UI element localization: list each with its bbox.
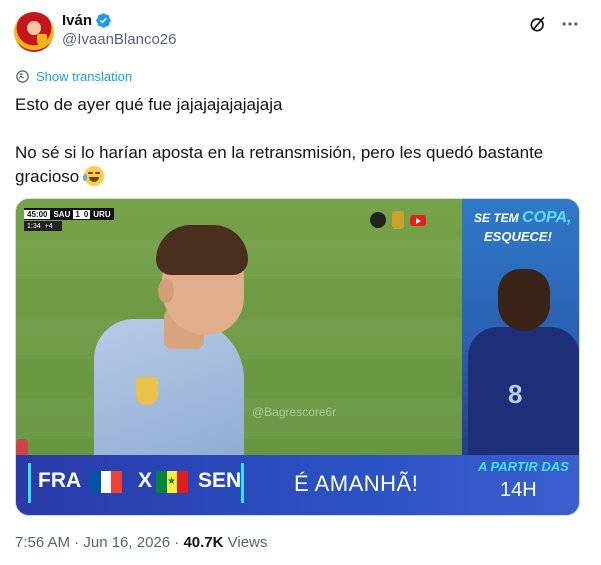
broadcaster-logo-icon	[370, 212, 386, 228]
promo-panel: SE TEM COPA, ESQUECE! 8	[462, 199, 579, 455]
promo-line1: SE TEM COPA,	[474, 209, 572, 227]
promo-line2: ESQUECE!	[484, 229, 552, 244]
grok-icon[interactable]	[528, 14, 548, 34]
avatar[interactable]	[14, 12, 54, 52]
broadcaster-logos	[370, 211, 426, 229]
trophy-logo-icon	[392, 211, 404, 229]
watermark: @Bagrescore6r	[252, 405, 337, 419]
display-name-row: Iván	[62, 10, 176, 30]
youtube-icon	[410, 214, 426, 226]
added-extra: +4	[44, 222, 53, 230]
banner-headline: É AMANHÃ!	[294, 471, 419, 496]
match-banner: FRA X ★ SEN É AMANHÃ! A PARTIR DAS 14H	[16, 455, 579, 515]
away-score: 0	[81, 209, 91, 219]
promo-line1-a: SE TEM	[474, 211, 523, 225]
translate-icon	[16, 70, 29, 83]
timestamp[interactable]: 7:56 AM · Jun 16, 2026 ·	[15, 534, 183, 551]
views-count[interactable]: 40.7K	[183, 534, 223, 551]
tweet-media[interactable]: 45:00 SAU 1 0 URU 1:34 +4 @Bagrescore6r …	[15, 198, 580, 516]
shirt-number: 8	[508, 379, 523, 409]
author-names: Iván @IvaanBlanco26	[62, 10, 176, 49]
team2-label: SEN	[198, 469, 242, 492]
show-translation-label: Show translation	[36, 69, 133, 84]
kickoff-time: 14H	[500, 479, 537, 501]
display-name[interactable]: Iván	[62, 12, 92, 29]
broadcast-frame: 45:00 SAU 1 0 URU 1:34 +4 @Bagrescore6r	[16, 199, 462, 469]
tweet-header: Iván @IvaanBlanco26	[14, 10, 586, 54]
player-image	[94, 225, 294, 469]
added-time: 1:34	[27, 222, 41, 230]
crying-laughing-emoji-icon	[82, 166, 104, 186]
home-score: 1	[73, 209, 82, 219]
views-label: Views	[223, 534, 268, 551]
show-translation-link[interactable]: Show translation	[15, 69, 132, 84]
away-team: URU	[93, 209, 111, 219]
match-clock: 45:00	[24, 209, 51, 219]
from-label: A PARTIR DAS	[478, 459, 569, 474]
more-options-icon[interactable]	[560, 14, 580, 34]
promo-player-image: 8	[468, 259, 579, 455]
scorebug: 45:00 SAU 1 0 URU 1:34 +4	[24, 208, 114, 231]
senegal-flag-icon: ★	[156, 471, 189, 493]
author-handle[interactable]: @IvaanBlanco26	[62, 31, 176, 48]
versus-label: X	[138, 469, 153, 492]
france-flag-icon	[90, 471, 123, 493]
tweet-meta: 7:56 AM · Jun 16, 2026 · 40.7K Views	[15, 534, 267, 551]
home-team: SAU	[53, 209, 71, 219]
verified-badge-icon	[96, 12, 111, 28]
tweet-text: Esto de ayer qué fue jajajajajajajaja No…	[15, 93, 585, 189]
team1-label: FRA	[38, 469, 82, 492]
promo-line1-b: COPA,	[522, 209, 572, 226]
